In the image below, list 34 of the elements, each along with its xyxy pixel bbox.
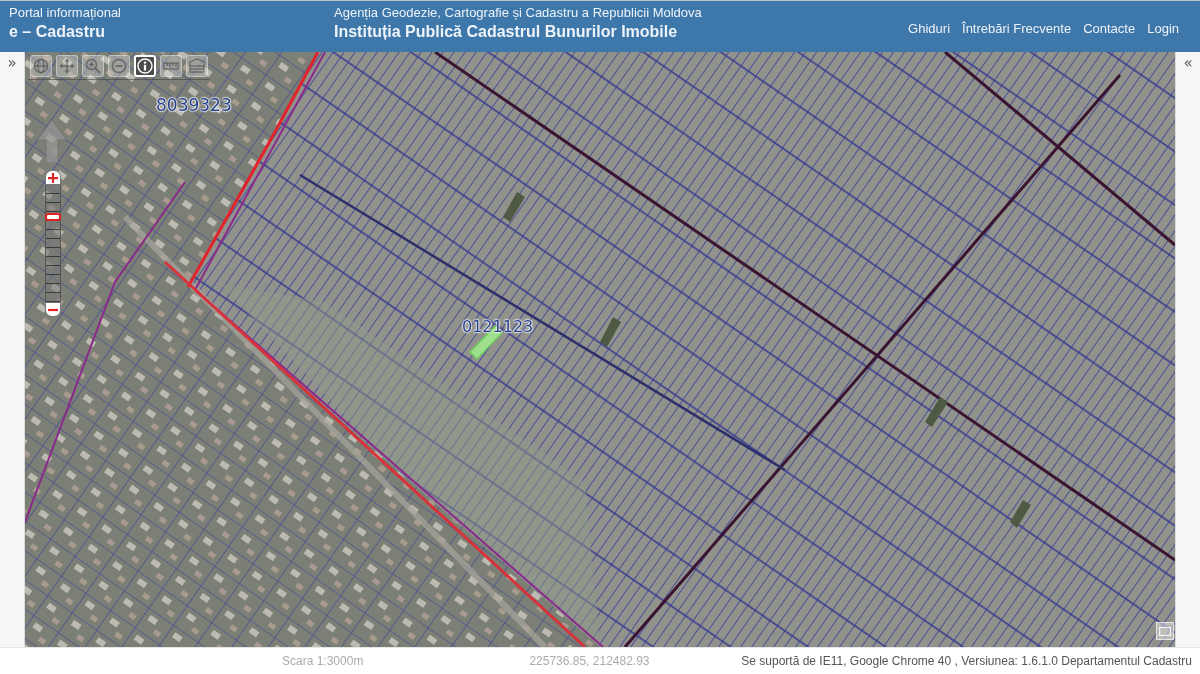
zoom-in-button[interactable] <box>45 170 61 185</box>
expand-panel-toggle[interactable]: « <box>1183 55 1193 72</box>
institution-name: Instituția Publică Cadastrul Bunurilor Imobile <box>334 22 678 42</box>
agency-name: Agenția Geodezie, Cartografie și Cadastru a Republicii Moldova <box>334 5 702 21</box>
nav-link[interactable]: Contacte <box>1083 21 1136 36</box>
version-info-text: Se suportă de IE11, Google Chrome 40 , Versiunea: 1.6.1.0 Departamentul Cadastru <box>741 654 1192 668</box>
dark-field-strip <box>1010 500 1031 528</box>
info-icon <box>137 58 153 74</box>
rectangle-icon <box>1159 626 1171 636</box>
zoom-out-button[interactable] <box>45 302 61 317</box>
move-icon <box>59 58 75 74</box>
map-tool-button[interactable] <box>30 55 52 77</box>
parcel-number-label: 8039323 <box>156 96 232 115</box>
map-tool-button[interactable] <box>134 55 156 77</box>
expand-panel-toggle[interactable]: » <box>7 55 17 72</box>
plus-icon <box>48 172 58 183</box>
area-icon <box>189 58 205 74</box>
coordinates-text: 225736.85, 212482.93 <box>529 654 650 668</box>
overview-map-button[interactable] <box>1156 622 1174 640</box>
map-scale-text: Scara 1:3000m <box>282 654 364 668</box>
portal-label: Portal informațional <box>9 5 121 21</box>
zoom-slider-thumb[interactable] <box>45 212 61 221</box>
nav-link[interactable]: Ghiduri <box>908 21 951 36</box>
dark-field-strip <box>503 192 525 222</box>
arrow-up-icon[interactable] <box>37 120 67 163</box>
zoom-out-icon <box>111 58 127 74</box>
portal-name: e – Cadastru <box>9 22 106 42</box>
zoom-in-icon <box>85 58 101 74</box>
map-tool-button[interactable] <box>82 55 104 77</box>
map-tool-button[interactable] <box>108 55 130 77</box>
globe-icon <box>33 58 49 74</box>
nav-link[interactable]: Întrebări Frecvente <box>962 21 1072 36</box>
dark-field-strip <box>925 397 948 427</box>
nav-link[interactable]: Login <box>1147 21 1179 36</box>
